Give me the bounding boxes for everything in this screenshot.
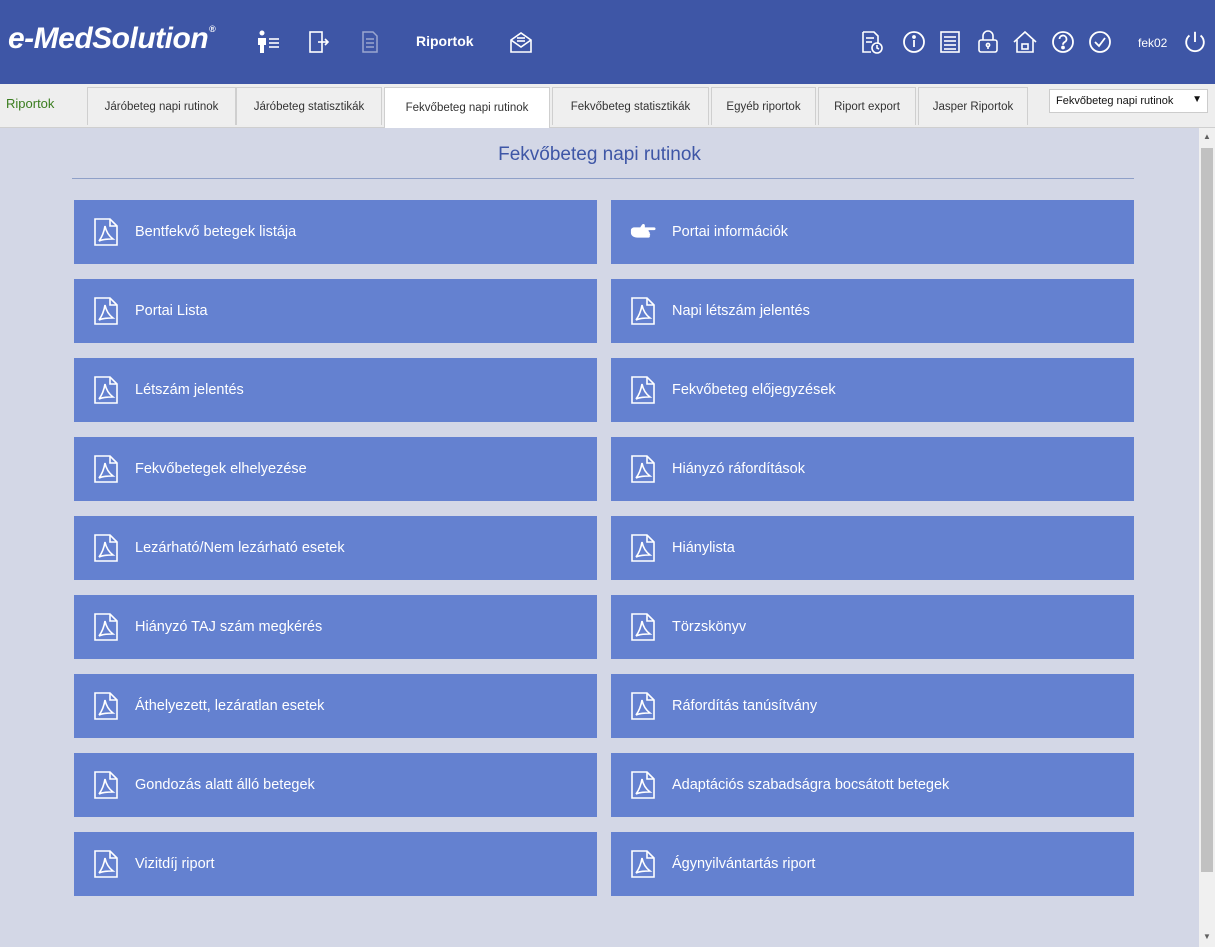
report-button-label: Létszám jelentés bbox=[135, 382, 244, 398]
logo-mark: ® bbox=[209, 24, 216, 34]
pointing-hand-icon bbox=[630, 217, 656, 247]
report-button[interactable]: Fekvőbetegek elhelyezése bbox=[74, 437, 597, 501]
tab-jarobeteg-statisztikak[interactable]: Járóbeteg statisztikák bbox=[236, 87, 382, 125]
report-button[interactable]: Gondozás alatt álló betegek bbox=[74, 753, 597, 817]
check-icon[interactable] bbox=[1087, 28, 1113, 56]
report-button-label: Portai információk bbox=[672, 224, 789, 240]
report-button-label: Fekvőbeteg előjegyzések bbox=[672, 382, 836, 398]
tab-fekvobeteg-napi-rutinok[interactable]: Fekvőbeteg napi rutinok bbox=[384, 87, 550, 128]
report-button-label: Lezárható/Nem lezárható esetek bbox=[135, 540, 345, 556]
report-button[interactable]: Törzskönyv bbox=[611, 595, 1134, 659]
main-content: Fekvőbeteg napi rutinok Bentfekvő betege… bbox=[0, 128, 1199, 947]
select-value: Fekvőbeteg napi rutinok bbox=[1056, 95, 1174, 107]
report-button[interactable]: Áthelyezett, lezáratlan esetek bbox=[74, 674, 597, 738]
power-icon[interactable] bbox=[1182, 28, 1208, 56]
scrollbar-thumb[interactable] bbox=[1201, 148, 1213, 872]
chevron-down-icon: ▼ bbox=[1192, 94, 1202, 105]
report-button[interactable]: Bentfekvő betegek listája bbox=[74, 200, 597, 264]
pdf-icon bbox=[630, 533, 656, 563]
lock-icon[interactable] bbox=[975, 28, 1001, 56]
report-button-label: Vizitdíj riport bbox=[135, 856, 215, 872]
report-button-label: Hiánylista bbox=[672, 540, 735, 556]
tab-egyeb-riportok[interactable]: Egyéb riportok bbox=[711, 87, 816, 125]
pdf-icon bbox=[630, 454, 656, 484]
report-button[interactable]: Ágynyilvántartás riport bbox=[611, 832, 1134, 896]
vertical-scrollbar[interactable]: ▲ ▼ bbox=[1199, 128, 1215, 947]
report-button[interactable]: Hiányzó ráfordítások bbox=[611, 437, 1134, 501]
pdf-icon bbox=[630, 770, 656, 800]
user-name: fek02 bbox=[1138, 36, 1168, 50]
pdf-icon bbox=[93, 612, 119, 642]
page-title: Fekvőbeteg napi rutinok bbox=[498, 144, 701, 165]
riportok-nav-link[interactable]: Riportok bbox=[416, 33, 474, 49]
patient-list-icon[interactable] bbox=[255, 28, 281, 56]
pdf-icon bbox=[93, 691, 119, 721]
report-clock-icon[interactable] bbox=[858, 28, 884, 56]
exit-door-icon[interactable] bbox=[306, 28, 332, 56]
report-button-label: Gondozás alatt álló betegek bbox=[135, 777, 315, 793]
report-button[interactable]: Napi létszám jelentés bbox=[611, 279, 1134, 343]
report-button[interactable]: Portai információk bbox=[611, 200, 1134, 264]
report-button[interactable]: Hiányzó TAJ szám megkérés bbox=[74, 595, 597, 659]
report-button[interactable]: Ráfordítás tanúsítvány bbox=[611, 674, 1134, 738]
report-button-label: Portai Lista bbox=[135, 303, 208, 319]
pdf-icon bbox=[93, 533, 119, 563]
pdf-icon bbox=[93, 454, 119, 484]
scroll-up-icon[interactable]: ▲ bbox=[1203, 132, 1211, 141]
report-button-label: Áthelyezett, lezáratlan esetek bbox=[135, 698, 325, 714]
help-icon[interactable] bbox=[1050, 28, 1076, 56]
report-button[interactable]: Vizitdíj riport bbox=[74, 832, 597, 896]
app-logo: e-MedSolution® bbox=[8, 22, 216, 56]
tab-jasper-riportok[interactable]: Jasper Riportok bbox=[918, 87, 1028, 125]
report-button[interactable]: Portai Lista bbox=[74, 279, 597, 343]
pdf-icon bbox=[630, 849, 656, 879]
home-icon[interactable] bbox=[1012, 28, 1038, 56]
tab-jarobeteg-napi-rutinok[interactable]: Járóbeteg napi rutinok bbox=[87, 87, 236, 125]
pdf-icon bbox=[93, 770, 119, 800]
info-icon[interactable] bbox=[901, 28, 927, 56]
report-button-label: Napi létszám jelentés bbox=[672, 303, 810, 319]
top-bar: e-MedSolution® Riportok fek02 bbox=[0, 0, 1215, 84]
calculator-icon[interactable] bbox=[937, 28, 963, 56]
scroll-down-icon[interactable]: ▼ bbox=[1203, 932, 1211, 941]
report-button[interactable]: Lezárható/Nem lezárható esetek bbox=[74, 516, 597, 580]
logo-text: e-MedSolution bbox=[8, 22, 209, 55]
mail-report-icon[interactable] bbox=[508, 28, 534, 56]
report-button-label: Törzskönyv bbox=[672, 619, 747, 635]
pdf-icon bbox=[93, 849, 119, 879]
report-button-label: Adaptációs szabadságra bocsátott betegek bbox=[672, 777, 950, 793]
pdf-icon bbox=[93, 375, 119, 405]
report-button-label: Fekvőbetegek elhelyezése bbox=[135, 461, 307, 477]
section-label: Riportok bbox=[6, 96, 55, 111]
report-button-label: Bentfekvő betegek listája bbox=[135, 224, 297, 240]
tab-riport-export[interactable]: Riport export bbox=[818, 87, 916, 125]
pdf-icon bbox=[630, 296, 656, 326]
report-category-select[interactable]: Fekvőbeteg napi rutinok ▼ bbox=[1049, 89, 1208, 113]
pdf-icon bbox=[630, 375, 656, 405]
report-button[interactable]: Létszám jelentés bbox=[74, 358, 597, 422]
pdf-icon bbox=[93, 217, 119, 247]
pdf-icon bbox=[630, 691, 656, 721]
report-button-label: Hiányzó ráfordítások bbox=[672, 461, 805, 477]
report-button-label: Ágynyilvántartás riport bbox=[672, 856, 816, 872]
document-icon[interactable] bbox=[357, 28, 383, 56]
report-button[interactable]: Fekvőbeteg előjegyzések bbox=[611, 358, 1134, 422]
report-button[interactable]: Adaptációs szabadságra bocsátott betegek bbox=[611, 753, 1134, 817]
pdf-icon bbox=[630, 612, 656, 642]
report-button-label: Hiányzó TAJ szám megkérés bbox=[135, 619, 323, 635]
pdf-icon bbox=[93, 296, 119, 326]
report-button[interactable]: Hiánylista bbox=[611, 516, 1134, 580]
title-divider bbox=[72, 178, 1134, 179]
report-button-label: Ráfordítás tanúsítvány bbox=[672, 698, 818, 714]
tab-fekvobeteg-statisztikak[interactable]: Fekvőbeteg statisztikák bbox=[552, 87, 709, 125]
